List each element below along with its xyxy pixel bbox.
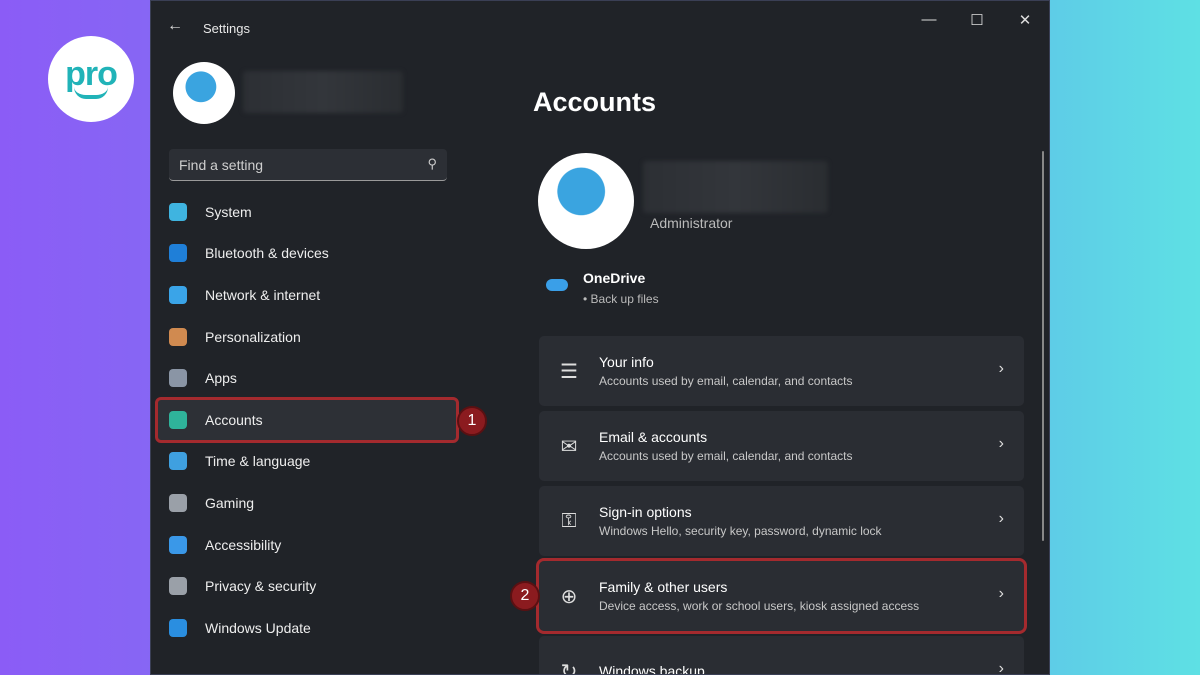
scrollbar[interactable] xyxy=(1042,151,1044,541)
chevron-right-icon: › xyxy=(998,660,1004,675)
brush-icon xyxy=(169,327,187,346)
search-icon: ⚲ xyxy=(427,156,437,171)
sidebar-item-label: System xyxy=(205,203,252,220)
onedrive-subtitle: • Back up files xyxy=(583,292,659,306)
bluetooth-icon xyxy=(169,244,187,263)
settings-window: ← Settings — ☐ ✕ Find a setting ⚲ System B… xyxy=(150,0,1050,675)
sidebar-nav: System Bluetooth & devices Network & inter… xyxy=(155,191,459,649)
step-1-badge: 1 xyxy=(457,406,487,436)
person-icon xyxy=(169,410,187,429)
title-bar: ← Settings — ☐ ✕ xyxy=(151,1,1049,53)
sidebar-item-bluetooth-devices[interactable]: Bluetooth & devices xyxy=(157,233,457,275)
sidebar-item-label: Time & language xyxy=(205,453,311,470)
shield-icon xyxy=(169,577,187,596)
step-2-badge: 2 xyxy=(510,581,540,611)
card-your-info[interactable]: ☰ Your info Accounts used by email, calend… xyxy=(539,336,1024,406)
card-title: Sign-in options xyxy=(599,504,692,520)
sidebar-item-accessibility[interactable]: Accessibility xyxy=(157,524,457,566)
sidebar-item-label: Windows Update xyxy=(205,619,311,636)
blurred-username xyxy=(243,71,403,113)
apps-icon xyxy=(169,369,187,388)
sidebar-item-network-internet[interactable]: Network & internet xyxy=(157,274,457,316)
arrow-left-icon[interactable]: ← xyxy=(167,17,183,35)
sidebar-item-label: Gaming xyxy=(205,494,255,511)
search-input[interactable]: Find a setting ⚲ xyxy=(169,149,447,181)
close-button[interactable]: ✕ xyxy=(1010,11,1040,29)
sidebar-item-time-language[interactable]: Time & language xyxy=(157,441,457,483)
page-title: Accounts xyxy=(533,87,657,117)
mail-icon: ✉ xyxy=(560,435,578,458)
refresh-icon xyxy=(169,618,187,637)
sidebar-item-label: Privacy & security xyxy=(205,578,317,595)
card-title: Windows backup xyxy=(599,663,705,675)
card-title: Email & accounts xyxy=(599,429,708,445)
sidebar-item-accounts[interactable]: Accounts xyxy=(155,396,459,443)
maximize-button[interactable]: ☐ xyxy=(962,11,992,29)
accessibility-icon xyxy=(169,535,187,554)
blurred-account-name xyxy=(643,161,828,213)
window-title: Settings xyxy=(203,21,250,36)
card-family-other-users[interactable]: ⊕ Family & other users Device access, work… xyxy=(536,558,1027,634)
key-icon: ⚿ xyxy=(561,509,577,532)
sidebar-item-label: Accounts xyxy=(205,411,263,428)
onedrive-title[interactable]: OneDrive xyxy=(583,270,645,286)
card-windows-backup[interactable]: ↻ Windows backup › xyxy=(539,636,1024,675)
account-role: Administrator xyxy=(650,215,733,231)
sidebar-item-windows-update[interactable]: Windows Update xyxy=(157,607,457,649)
sidebar-item-label: Apps xyxy=(205,370,237,387)
card-subtitle: Windows Hello, security key, password, d… xyxy=(599,524,882,538)
chevron-right-icon: › xyxy=(998,510,1004,527)
account-avatar xyxy=(538,153,634,249)
sidebar-item-gaming[interactable]: Gaming xyxy=(157,482,457,524)
backup-icon: ↻ xyxy=(560,660,578,675)
pro-logo: pro xyxy=(48,36,134,122)
person-add-icon: ⊕ xyxy=(560,585,578,608)
sidebar-item-system[interactable]: System xyxy=(157,191,457,233)
card-subtitle: Accounts used by email, calendar, and co… xyxy=(599,374,853,388)
monitor-icon xyxy=(169,202,187,221)
sidebar-item-privacy-security[interactable]: Privacy & security xyxy=(157,565,457,607)
avatar[interactable] xyxy=(173,62,235,124)
card-title: Family & other users xyxy=(599,579,728,595)
sidebar-item-label: Network & internet xyxy=(205,286,321,303)
card-subtitle: Accounts used by email, calendar, and co… xyxy=(599,449,853,463)
onedrive-icon xyxy=(546,279,568,291)
card-title: Your info xyxy=(599,354,654,370)
minimize-button[interactable]: — xyxy=(914,11,944,28)
sidebar-item-personalization[interactable]: Personalization xyxy=(157,316,457,358)
sidebar-item-apps[interactable]: Apps xyxy=(157,357,457,399)
wifi-icon xyxy=(169,285,187,304)
clock-globe-icon xyxy=(169,452,187,471)
card-subtitle: Device access, work or school users, kio… xyxy=(599,599,920,613)
card-sign-in-options[interactable]: ⚿ Sign-in options Windows Hello, security … xyxy=(539,486,1024,556)
person-list-icon: ☰ xyxy=(560,360,578,383)
card-email-accounts[interactable]: ✉ Email & accounts Accounts used by email,… xyxy=(539,411,1024,481)
chevron-right-icon: › xyxy=(998,435,1004,452)
gamepad-icon xyxy=(169,493,187,512)
chevron-right-icon: › xyxy=(998,360,1004,377)
sidebar-item-label: Bluetooth & devices xyxy=(205,245,329,262)
chevron-right-icon: › xyxy=(998,585,1004,602)
sidebar-item-label: Accessibility xyxy=(205,536,282,553)
sidebar-item-label: Personalization xyxy=(205,328,301,345)
